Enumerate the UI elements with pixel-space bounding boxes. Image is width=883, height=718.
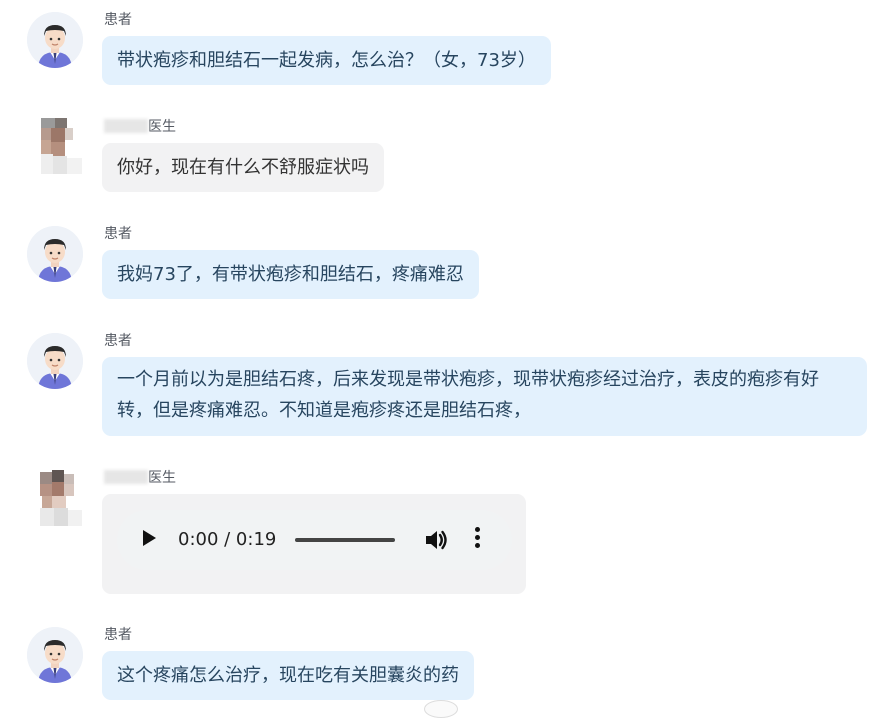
patient-avatar[interactable] [27,627,83,683]
message-bubble: 一个月前以为是胆结石疼，后来发现是带状疱疹，现带状疱疹经过治疗，表皮的疱疹有好转… [102,357,867,436]
sender-name: 患者 [104,226,132,242]
sender-name: 患者 [104,12,132,28]
cartoon-man-icon [27,226,83,282]
sender-name: 患者 [104,333,132,349]
doctor-name: 医生 [104,469,176,487]
doctor-label: 医生 [148,470,176,486]
sender-name: 患者 [104,627,132,643]
doctor-name: 医生 [104,118,176,136]
scroll-indicator[interactable] [424,700,458,718]
redacted-name [104,470,148,484]
cartoon-man-icon [27,333,83,389]
audio-progress-bar[interactable] [295,538,395,542]
patient-avatar[interactable] [27,333,83,389]
cartoon-man-icon [27,12,83,68]
doctor-avatar[interactable] [38,470,82,526]
pixelated-photo-icon [38,470,82,526]
message-bubble: 带状疱疹和胆结石一起发病，怎么治？（女，73岁） [102,36,551,85]
pixelated-photo-icon [36,118,82,174]
doctor-avatar[interactable] [36,118,82,174]
volume-icon[interactable] [424,528,450,552]
message-bubble: 你好，现在有什么不舒服症状吗 [102,143,384,192]
doctor-label: 医生 [148,119,176,135]
message-bubble: 这个疼痛怎么治疗，现在吃有关胆囊炎的药 [102,651,474,700]
message-bubble: 我妈73了，有带状疱疹和胆结石，疼痛难忍 [102,250,479,299]
more-vertical-icon[interactable] [475,527,481,551]
audio-time: 0:00 / 0:19 [178,529,277,550]
audio-player[interactable]: 0:00 / 0:19 [117,510,512,570]
patient-avatar[interactable] [27,226,83,282]
audio-message: 0:00 / 0:19 [102,494,526,594]
redacted-name [104,119,148,133]
play-icon[interactable] [143,530,156,546]
cartoon-man-icon [27,627,83,683]
patient-avatar[interactable] [27,12,83,68]
